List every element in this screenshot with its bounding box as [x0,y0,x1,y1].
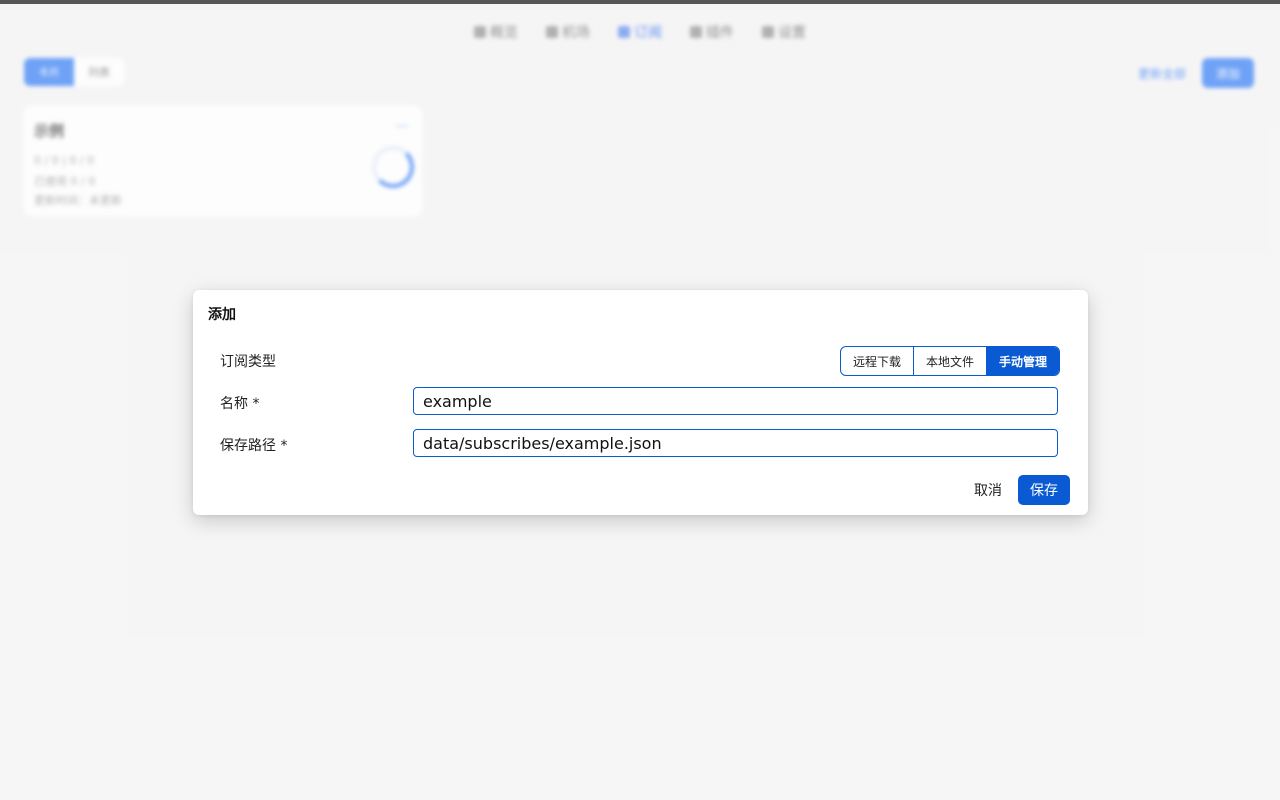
type-option-manual[interactable]: 手动管理 [987,347,1060,375]
add-subscription-dialog: 添加 订阅类型 远程下载 本地文件 手动管理 名称 * 保存路径 * 取消 保存 [193,290,1088,515]
dialog-title: 添加 [208,307,236,323]
type-option-local[interactable]: 本地文件 [914,347,988,375]
save-path-input[interactable] [413,429,1058,457]
subscription-type-label: 订阅类型 [220,354,276,370]
save-button[interactable]: 保存 [1018,475,1070,505]
name-input[interactable] [413,387,1058,415]
cancel-button[interactable]: 取消 [964,475,1012,505]
type-option-remote[interactable]: 远程下载 [841,347,915,375]
name-label: 名称 * [220,396,260,412]
subscription-type-selector: 远程下载 本地文件 手动管理 [840,346,1061,376]
save-path-label: 保存路径 * [220,438,288,454]
